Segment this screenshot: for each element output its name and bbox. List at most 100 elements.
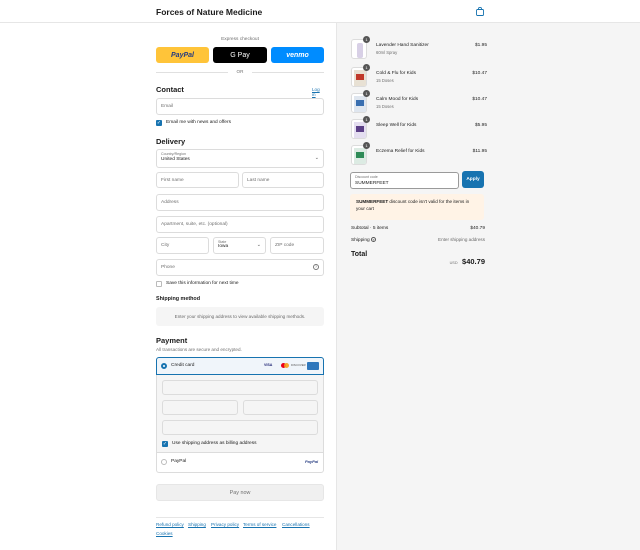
shipping-label-text: Shipping xyxy=(351,237,370,243)
phone-field[interactable]: Phone ? xyxy=(156,259,324,276)
cookies-link[interactable]: Cookies xyxy=(156,531,173,536)
security-code-field[interactable] xyxy=(243,400,318,415)
item-variant: 15 Doses xyxy=(376,104,394,109)
error-code: SUMMERFEET xyxy=(356,199,389,204)
discover-icon: DISCOVER xyxy=(291,363,306,367)
shipping-label: Shipping ? xyxy=(351,237,377,243)
delivery-title: Delivery xyxy=(156,137,186,146)
phone-placeholder: Phone xyxy=(161,265,175,270)
or-divider: OR xyxy=(156,69,324,74)
contact-title: Contact xyxy=(156,85,184,94)
discount-error-notice: SUMMERFEET discount code isn't valid for… xyxy=(350,194,484,220)
info-icon[interactable]: ? xyxy=(371,237,377,242)
apply-button[interactable]: Apply xyxy=(462,171,484,188)
city-field[interactable]: City xyxy=(156,237,209,254)
item-name: Sleep Well for Kids xyxy=(376,123,417,128)
refund-policy-link[interactable]: Refund policy xyxy=(156,522,184,527)
terms-of-service-link[interactable]: Terms of service xyxy=(243,522,276,527)
discount-code-label: Discount code xyxy=(355,175,378,179)
paypal-radio[interactable] xyxy=(161,459,167,465)
zip-field[interactable]: ZIP code xyxy=(270,237,324,254)
item-name: Calm Mood for Kids xyxy=(376,97,419,102)
order-summary: 1 Lavender Hand Sanitizer 60ml Spray $1.… xyxy=(336,23,640,550)
mastercard-icon xyxy=(281,363,289,369)
payment-methods: Credit card VISA DISCOVER ✓ Use shipping… xyxy=(156,357,324,473)
credit-card-radio[interactable] xyxy=(161,363,167,369)
state-select[interactable]: State Iowa ⌄ xyxy=(213,237,266,254)
quantity-badge: 1 xyxy=(363,90,370,97)
item-variant: 15 Doses xyxy=(376,78,394,83)
item-price: $1.95 xyxy=(474,43,487,48)
country-select[interactable]: Country/Region United States ⌄ xyxy=(156,149,324,168)
subtotal-label: Subtotal · 5 items xyxy=(351,226,389,231)
total-row: USD $40.79 xyxy=(437,251,485,269)
bag-icon[interactable] xyxy=(476,7,484,16)
help-icon[interactable]: ? xyxy=(313,264,319,270)
paypal-option[interactable]: PayPal PayPal xyxy=(157,452,323,472)
cart-item: 1 Calm Mood for Kids 15 Doses $10.47 xyxy=(351,90,487,113)
venmo-button[interactable]: venmo xyxy=(271,47,324,63)
save-info-checkbox[interactable] xyxy=(156,281,162,287)
country-value: United States xyxy=(161,157,190,162)
apartment-field[interactable]: Apartment, suite, etc. (optional) xyxy=(156,216,324,233)
item-price: $10.47 xyxy=(472,97,487,102)
billing-address-checkbox[interactable]: ✓ xyxy=(162,441,168,447)
total-label: Total xyxy=(351,251,368,258)
total-value: $40.79 xyxy=(462,257,485,266)
paypal-logo: PayPal xyxy=(305,459,319,464)
paypal-button[interactable]: PayPal xyxy=(156,47,209,63)
chevron-down-icon: ⌄ xyxy=(256,242,261,248)
store-name[interactable]: Forces of Nature Medicine xyxy=(156,7,262,17)
news-checkbox[interactable]: ✓ xyxy=(156,120,162,126)
item-price: $11.95 xyxy=(472,149,487,154)
header: Forces of Nature Medicine xyxy=(0,0,640,23)
cancellations-link[interactable]: Cancellations xyxy=(282,522,310,527)
first-name-field[interactable]: First name xyxy=(156,172,239,188)
cart-item: 1 Eczema Relief for Kids $11.95 xyxy=(351,142,487,165)
cart-item: 1 Lavender Hand Sanitizer 60ml Spray $1.… xyxy=(351,36,487,59)
item-name: Lavender Hand Sanitizer xyxy=(376,43,429,48)
card-number-field[interactable] xyxy=(162,380,318,395)
item-name: Eczema Relief for Kids xyxy=(376,149,425,154)
cart-item: 1 Cold & Flu for Kids 15 Doses $10.47 xyxy=(351,64,487,87)
shipping-method-notice: Enter your shipping address to view avai… xyxy=(156,307,324,326)
quantity-badge: 1 xyxy=(363,36,370,43)
item-name: Cold & Flu for Kids xyxy=(376,71,416,76)
quantity-badge: 1 xyxy=(363,64,370,71)
login-link[interactable]: Log in xyxy=(312,87,324,97)
payment-title: Payment xyxy=(156,336,188,345)
footer-divider xyxy=(156,517,324,518)
quantity-badge: 1 xyxy=(363,116,370,123)
quantity-badge: 1 xyxy=(363,142,370,149)
item-price: $5.95 xyxy=(474,123,487,128)
name-on-card-field[interactable] xyxy=(162,420,318,435)
item-variant: 60ml Spray xyxy=(376,50,398,55)
address-field[interactable]: Address xyxy=(156,194,324,211)
country-label: Country/Region xyxy=(161,152,186,156)
billing-address-label: Use shipping address as billing address xyxy=(172,441,257,446)
card-fields-panel: ✓ Use shipping address as billing addres… xyxy=(157,375,323,452)
amex-icon xyxy=(307,362,319,370)
pay-now-button[interactable]: Pay now xyxy=(156,484,324,501)
privacy-policy-link[interactable]: Privacy policy xyxy=(211,522,239,527)
google-pay-button[interactable]: G Pay xyxy=(213,47,267,63)
chevron-down-icon: ⌄ xyxy=(314,155,319,161)
shipping-method-title: Shipping method xyxy=(156,296,201,302)
discount-code-input[interactable]: Discount code SUMMERFEET xyxy=(350,172,459,189)
subtotal-value: $40.79 xyxy=(470,226,485,231)
shipping-policy-link[interactable]: Shipping xyxy=(188,522,206,527)
email-field[interactable]: Email xyxy=(156,98,324,115)
expiry-field[interactable] xyxy=(162,400,238,415)
payment-subtitle: All transactions are secure and encrypte… xyxy=(156,347,242,352)
express-checkout-label: Express checkout xyxy=(221,37,259,42)
discount-code-value: SUMMERFEET xyxy=(355,181,389,186)
visa-icon: VISA xyxy=(264,363,273,367)
last-name-field[interactable]: Last name xyxy=(242,172,324,188)
shipping-value: Enter shipping address xyxy=(438,237,485,242)
credit-card-option[interactable]: Credit card VISA DISCOVER xyxy=(156,357,324,375)
news-checkbox-label: Email me with news and offers xyxy=(166,120,231,125)
currency-code: USD xyxy=(449,261,458,265)
paypal-option-label: PayPal xyxy=(171,459,187,464)
item-price: $10.47 xyxy=(472,71,487,76)
credit-card-label: Credit card xyxy=(171,363,195,368)
